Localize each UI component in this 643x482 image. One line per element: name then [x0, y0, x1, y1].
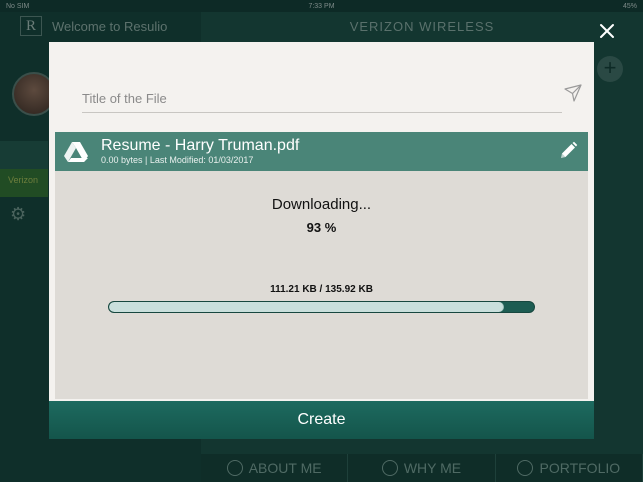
- tab-portfolio: PORTFOLIO: [496, 454, 643, 482]
- download-size: 111.21 KB / 135.92 KB: [270, 284, 373, 295]
- clock: 7:33 PM: [308, 2, 335, 10]
- download-progress-bar: [108, 301, 535, 313]
- progress-fill: [109, 302, 505, 312]
- upload-file-modal: Resume - Harry Truman.pdf 0.00 bytes | L…: [49, 42, 594, 439]
- sidebar-item-company: Verizon: [0, 169, 48, 197]
- send-icon[interactable]: [563, 83, 583, 103]
- file-title-input[interactable]: [82, 81, 562, 113]
- tab-label: WHY ME: [403, 460, 462, 476]
- sidebar-item-home: [0, 141, 48, 169]
- gear-icon: ⚙: [10, 204, 27, 224]
- title-field-row: [49, 42, 594, 126]
- status-bar: No SIM 7:33 PM 45%: [0, 0, 643, 12]
- download-percent: 93 %: [306, 220, 337, 235]
- google-drive-icon: [64, 141, 88, 162]
- download-status: Downloading...: [271, 196, 372, 213]
- file-name: Resume - Harry Truman.pdf: [101, 137, 300, 154]
- question-icon: [381, 460, 398, 476]
- download-panel: Resume - Harry Truman.pdf 0.00 bytes | L…: [55, 132, 588, 399]
- sidebar-header: R Welcome to Resulio: [0, 12, 201, 40]
- file-info: Resume - Harry Truman.pdf 0.00 bytes | L…: [101, 137, 299, 166]
- tab-why-me: WHY ME: [348, 454, 496, 482]
- app-logo: R: [20, 16, 42, 36]
- tab-label: ABOUT ME: [248, 460, 322, 476]
- page-title: VERIZON WIRELESS: [349, 18, 495, 34]
- close-icon[interactable]: [596, 20, 618, 42]
- portfolio-icon: [517, 460, 534, 476]
- bottom-tab-bar: ABOUT ME WHY ME PORTFOLIO: [201, 454, 643, 482]
- file-header: Resume - Harry Truman.pdf 0.00 bytes | L…: [55, 132, 588, 171]
- tab-about-me: ABOUT ME: [201, 454, 349, 482]
- sidebar-item-label: Verizon: [8, 175, 39, 185]
- pencil-icon[interactable]: [558, 141, 578, 161]
- add-icon: +: [597, 56, 623, 82]
- create-button[interactable]: Create: [49, 401, 594, 439]
- file-meta: 0.00 bytes | Last Modified: 01/03/2017: [101, 155, 254, 165]
- sidebar-title: Welcome to Resulio: [52, 18, 168, 34]
- tab-label: PORTFOLIO: [539, 460, 621, 476]
- user-icon: [226, 460, 243, 476]
